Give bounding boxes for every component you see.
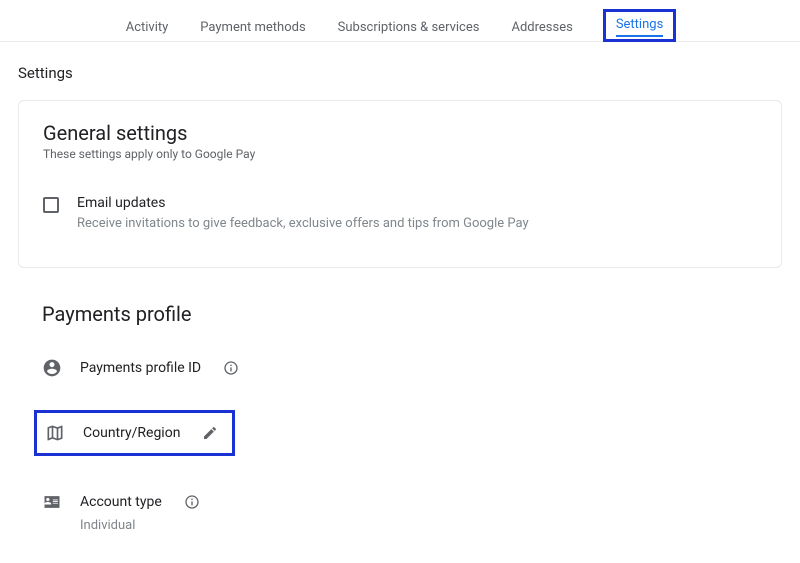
payments-profile-section: Payments profile Payments profile ID Cou… [18, 294, 782, 543]
country-region-row[interactable]: Country/Region [34, 410, 235, 456]
info-icon[interactable] [184, 494, 200, 510]
nav-addresses[interactable]: Addresses [509, 16, 574, 39]
general-settings-title: General settings [43, 121, 757, 145]
payments-profile-id-label: Payments profile ID [80, 360, 201, 376]
general-settings-card: General settings These settings apply on… [18, 100, 782, 268]
info-icon[interactable] [223, 360, 239, 376]
account-type-label: Account type [80, 494, 162, 510]
nav-settings[interactable]: Settings [603, 9, 676, 42]
general-settings-subtitle: These settings apply only to Google Pay [43, 147, 757, 161]
country-region-label: Country/Region [83, 425, 180, 441]
pencil-edit-icon[interactable] [202, 425, 218, 441]
email-updates-checkbox[interactable] [43, 197, 59, 213]
account-type-value: Individual [42, 518, 758, 543]
profile-id-icon [42, 358, 62, 378]
email-updates-desc: Receive invitations to give feedback, ex… [77, 215, 757, 233]
email-updates-label: Email updates [77, 195, 757, 211]
email-updates-row: Email updates Receive invitations to giv… [43, 183, 757, 245]
account-card-icon [42, 492, 62, 512]
payments-profile-id-row[interactable]: Payments profile ID [42, 344, 758, 392]
map-icon [45, 423, 65, 443]
email-updates-content: Email updates Receive invitations to giv… [77, 195, 757, 233]
page-title: Settings [0, 42, 800, 100]
top-nav: Activity Payment methods Subscriptions &… [0, 0, 800, 42]
nav-payment-methods[interactable]: Payment methods [198, 16, 307, 39]
payments-profile-title: Payments profile [42, 302, 758, 326]
nav-activity[interactable]: Activity [124, 16, 171, 39]
nav-subscriptions-services[interactable]: Subscriptions & services [336, 16, 482, 39]
